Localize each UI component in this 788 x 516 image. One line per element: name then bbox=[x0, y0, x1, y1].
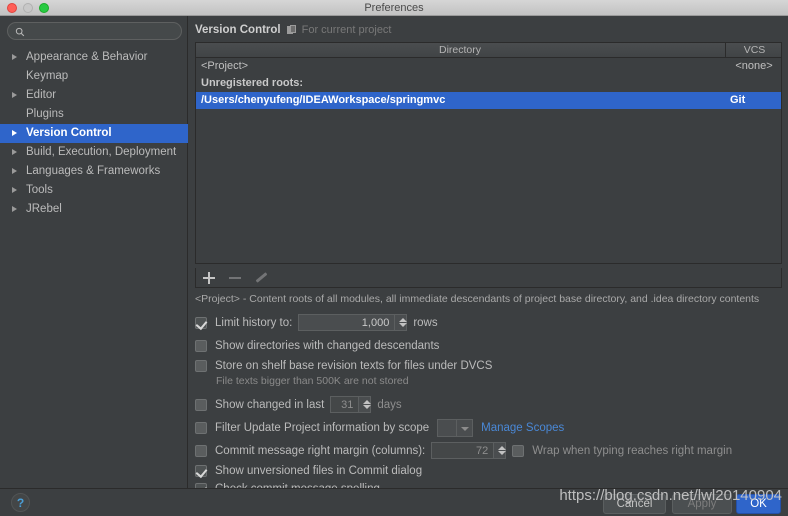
commit-margin-value[interactable]: 72 bbox=[431, 442, 494, 459]
page-header: Version Control For current project bbox=[195, 22, 392, 37]
sidebar-item-languages-frameworks[interactable]: Languages & Frameworks bbox=[0, 162, 188, 181]
show-directories-changed-checkbox[interactable] bbox=[195, 339, 207, 352]
chevron-right-icon bbox=[12, 149, 17, 155]
cell-directory: /Users/chenyufeng/IDEAWorkspace/springmv… bbox=[201, 94, 446, 106]
search-input[interactable] bbox=[29, 23, 177, 39]
sidebar-item-label: JRebel bbox=[26, 203, 62, 215]
chevron-right-icon bbox=[12, 168, 17, 174]
sidebar-item-plugins[interactable]: Plugins bbox=[0, 105, 188, 124]
limit-history-checkbox[interactable] bbox=[195, 316, 207, 329]
watermark-text: https://blog.csdn.net/lwl20140904 bbox=[559, 487, 782, 504]
manage-scopes-link[interactable]: Manage Scopes bbox=[481, 422, 564, 434]
page-title: Version Control bbox=[195, 23, 281, 36]
settings-content: Version Control For current project Dire… bbox=[189, 16, 788, 495]
option-row-show-changed-last: Show changed in last 31 days bbox=[195, 393, 785, 416]
options-list: Limit history to: 1,000 rows Show direct… bbox=[195, 311, 785, 498]
cell-vcs: Git bbox=[730, 94, 746, 106]
filter-by-scope-checkbox[interactable] bbox=[195, 421, 207, 434]
sidebar-item-label: Appearance & Behavior bbox=[26, 51, 148, 63]
stepper-arrows-icon[interactable] bbox=[358, 396, 372, 413]
table-header: Directory VCS bbox=[196, 43, 781, 58]
show-changed-last-checkbox[interactable] bbox=[195, 398, 207, 411]
show-changed-last-stepper[interactable]: 31 bbox=[330, 396, 372, 413]
stepper-arrows-icon[interactable] bbox=[493, 442, 507, 459]
show-unversioned-checkbox[interactable] bbox=[195, 465, 207, 477]
search-icon bbox=[15, 27, 25, 37]
limit-history-suffix: rows bbox=[413, 316, 438, 329]
cell-directory: Unregistered roots: bbox=[201, 77, 304, 89]
chevron-down-icon[interactable] bbox=[456, 419, 472, 436]
settings-sidebar: Appearance & Behavior Keymap Editor Plug… bbox=[0, 16, 188, 488]
column-header-vcs[interactable]: VCS bbox=[725, 43, 783, 58]
sidebar-item-label: Plugins bbox=[26, 108, 64, 120]
column-header-directory[interactable]: Directory bbox=[196, 43, 724, 58]
sidebar-item-keymap[interactable]: Keymap bbox=[0, 67, 188, 86]
scope-select[interactable] bbox=[437, 418, 474, 437]
sidebar-item-label: Version Control bbox=[26, 127, 112, 139]
help-button[interactable]: ? bbox=[11, 493, 30, 512]
remove-icon bbox=[228, 271, 242, 285]
option-row-show-unversioned: Show unversioned files in Commit dialog bbox=[195, 462, 785, 480]
scope-select-value bbox=[438, 420, 456, 436]
show-directories-changed-label: Show directories with changed descendant… bbox=[215, 339, 440, 352]
limit-history-value[interactable]: 1,000 bbox=[298, 314, 395, 331]
sidebar-item-editor[interactable]: Editor bbox=[0, 86, 188, 105]
stepper-arrows-icon[interactable] bbox=[394, 314, 408, 331]
option-row-filter-by-scope: Filter Update Project information by sco… bbox=[195, 416, 785, 439]
table-row-section-header: Unregistered roots: bbox=[196, 75, 781, 92]
wrap-typing-label: Wrap when typing reaches right margin bbox=[532, 444, 733, 457]
add-icon[interactable] bbox=[202, 271, 216, 285]
settings-nav-list: Appearance & Behavior Keymap Editor Plug… bbox=[0, 48, 188, 219]
store-on-shelf-hint: File texts bigger than 500K are not stor… bbox=[216, 375, 409, 387]
commit-margin-checkbox[interactable] bbox=[195, 444, 207, 457]
cell-directory: <Project> bbox=[201, 60, 249, 72]
chevron-right-icon bbox=[12, 92, 17, 98]
preferences-window: Preferences Appearance & Behavior Keymap… bbox=[0, 0, 788, 516]
filter-by-scope-label: Filter Update Project information by sco… bbox=[215, 421, 430, 434]
sidebar-item-build-execution-deployment[interactable]: Build, Execution, Deployment bbox=[0, 143, 188, 162]
sidebar-item-label: Keymap bbox=[26, 70, 69, 82]
project-scope-icon bbox=[286, 24, 296, 35]
store-on-shelf-checkbox[interactable] bbox=[195, 360, 207, 372]
option-row-limit-history: Limit history to: 1,000 rows bbox=[195, 311, 785, 334]
title-bar: Preferences bbox=[0, 0, 788, 16]
store-on-shelf-label: Store on shelf base revision texts for f… bbox=[215, 360, 493, 372]
sidebar-item-version-control[interactable]: Version Control bbox=[0, 124, 188, 143]
sidebar-item-tools[interactable]: Tools bbox=[0, 181, 188, 200]
vcs-directory-table[interactable]: Directory VCS <Project> <none> Unregiste… bbox=[195, 42, 782, 264]
sidebar-item-jrebel[interactable]: JRebel bbox=[0, 200, 188, 219]
cell-vcs: <none> bbox=[735, 60, 773, 72]
sidebar-item-appearance-behavior[interactable]: Appearance & Behavior bbox=[0, 48, 188, 67]
option-row-show-directories-changed: Show directories with changed descendant… bbox=[195, 334, 785, 357]
commit-margin-stepper[interactable]: 72 bbox=[431, 442, 507, 459]
show-changed-last-suffix: days bbox=[377, 398, 402, 411]
commit-margin-label: Commit message right margin (columns): bbox=[215, 444, 426, 457]
chevron-right-icon bbox=[12, 54, 17, 60]
table-description: <Project> - Content roots of all modules… bbox=[195, 293, 760, 305]
chevron-right-icon bbox=[12, 206, 17, 212]
table-row[interactable]: <Project> <none> bbox=[196, 58, 781, 75]
sidebar-item-label: Editor bbox=[26, 89, 57, 101]
show-changed-last-label: Show changed in last bbox=[215, 398, 325, 411]
sidebar-item-label: Tools bbox=[26, 184, 53, 196]
chevron-right-icon bbox=[12, 130, 17, 136]
show-changed-last-value[interactable]: 31 bbox=[330, 396, 359, 413]
table-toolbar bbox=[195, 268, 782, 288]
sidebar-item-label: Languages & Frameworks bbox=[26, 165, 161, 177]
search-box[interactable] bbox=[7, 22, 182, 40]
page-subtitle: For current project bbox=[301, 23, 392, 36]
table-row[interactable]: /Users/chenyufeng/IDEAWorkspace/springmv… bbox=[196, 92, 781, 109]
limit-history-stepper[interactable]: 1,000 bbox=[298, 314, 408, 331]
window-title: Preferences bbox=[364, 2, 424, 14]
chevron-right-icon bbox=[12, 187, 17, 193]
option-row-commit-margin: Commit message right margin (columns): 7… bbox=[195, 439, 785, 462]
edit-icon bbox=[254, 271, 268, 285]
sidebar-item-label: Build, Execution, Deployment bbox=[26, 146, 177, 158]
limit-history-label: Limit history to: bbox=[215, 316, 293, 329]
wrap-typing-checkbox[interactable] bbox=[512, 444, 525, 457]
show-unversioned-label: Show unversioned files in Commit dialog bbox=[215, 465, 423, 477]
option-row-store-on-shelf: Store on shelf base revision texts for f… bbox=[195, 357, 785, 375]
